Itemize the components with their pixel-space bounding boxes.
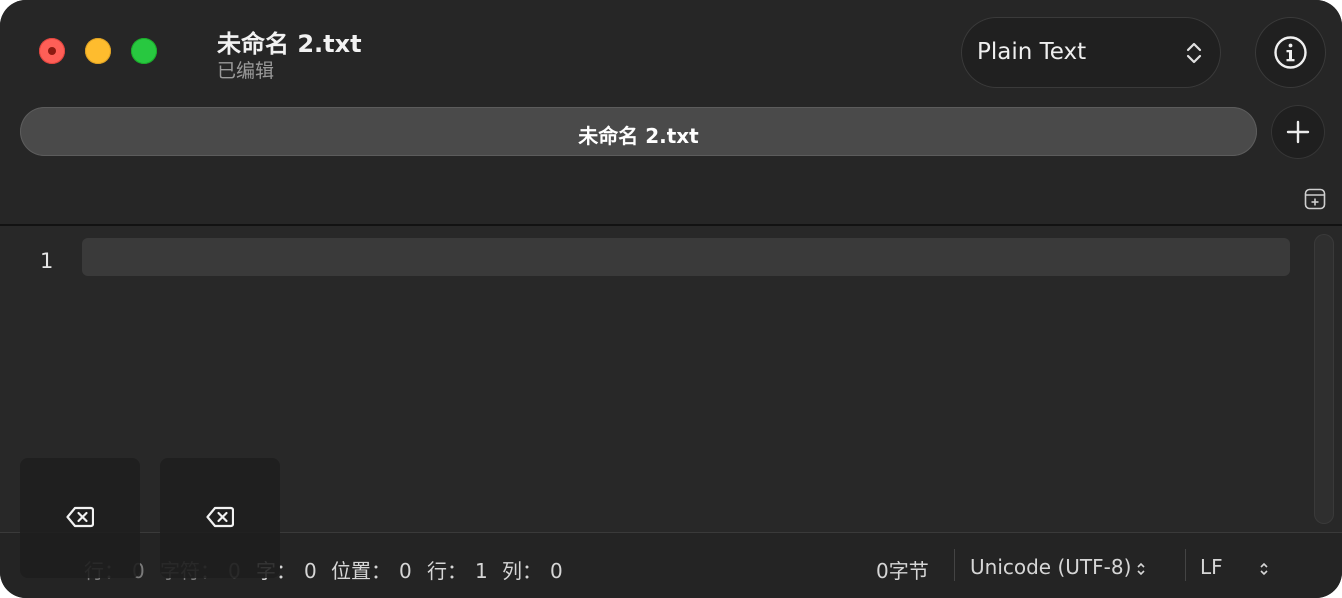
cursor-row: 行： 1 <box>427 559 488 583</box>
editor-window: 未命名 2.txt 已编辑 Plain Text 未命名 2.txt 1 0 位… <box>0 0 1342 598</box>
syntax-mode-select[interactable]: Plain Text <box>961 17 1221 88</box>
delete-backward-icon <box>206 506 234 528</box>
tab-document[interactable]: 未命名 2.txt <box>20 107 1257 156</box>
chevron-up-down-icon <box>1186 42 1202 64</box>
cursor-column: 列： 0 <box>502 559 563 583</box>
chevron-up-down-icon <box>1137 562 1145 575</box>
plus-icon <box>1286 120 1310 144</box>
line-number: 1 <box>40 249 54 273</box>
encoding-select[interactable]: Unicode (UTF-8) <box>970 555 1146 579</box>
document-status: 已编辑 <box>217 60 275 82</box>
delete-key-overlay[interactable] <box>160 458 280 578</box>
add-tab-button[interactable] <box>1271 105 1325 159</box>
document-title[interactable]: 未命名 2.txt <box>217 24 362 59</box>
info-icon <box>1274 36 1307 69</box>
syntax-mode-label: Plain Text <box>977 39 1087 65</box>
current-line-highlight[interactable] <box>82 238 1290 276</box>
zoom-window-button[interactable] <box>131 38 157 64</box>
chevron-up-down-icon <box>1260 562 1268 575</box>
status-divider <box>1185 549 1186 581</box>
file-size: 0字节 <box>876 559 929 583</box>
cursor-position: 位置： 0 <box>331 559 412 583</box>
line-ending-select[interactable]: LF <box>1200 555 1269 579</box>
tab-label: 未命名 2.txt <box>578 124 699 148</box>
delete-backward-icon <box>66 506 94 528</box>
delete-key-overlay[interactable] <box>20 458 140 578</box>
title-bar: 未命名 2.txt 已编辑 Plain Text 未命名 2.txt <box>0 0 1342 226</box>
close-window-button[interactable] <box>39 38 65 64</box>
new-tab-icon[interactable] <box>1304 188 1326 210</box>
status-divider <box>954 549 955 581</box>
vertical-scrollbar[interactable] <box>1314 234 1334 524</box>
minimize-window-button[interactable] <box>85 38 111 64</box>
info-button[interactable] <box>1255 17 1326 88</box>
